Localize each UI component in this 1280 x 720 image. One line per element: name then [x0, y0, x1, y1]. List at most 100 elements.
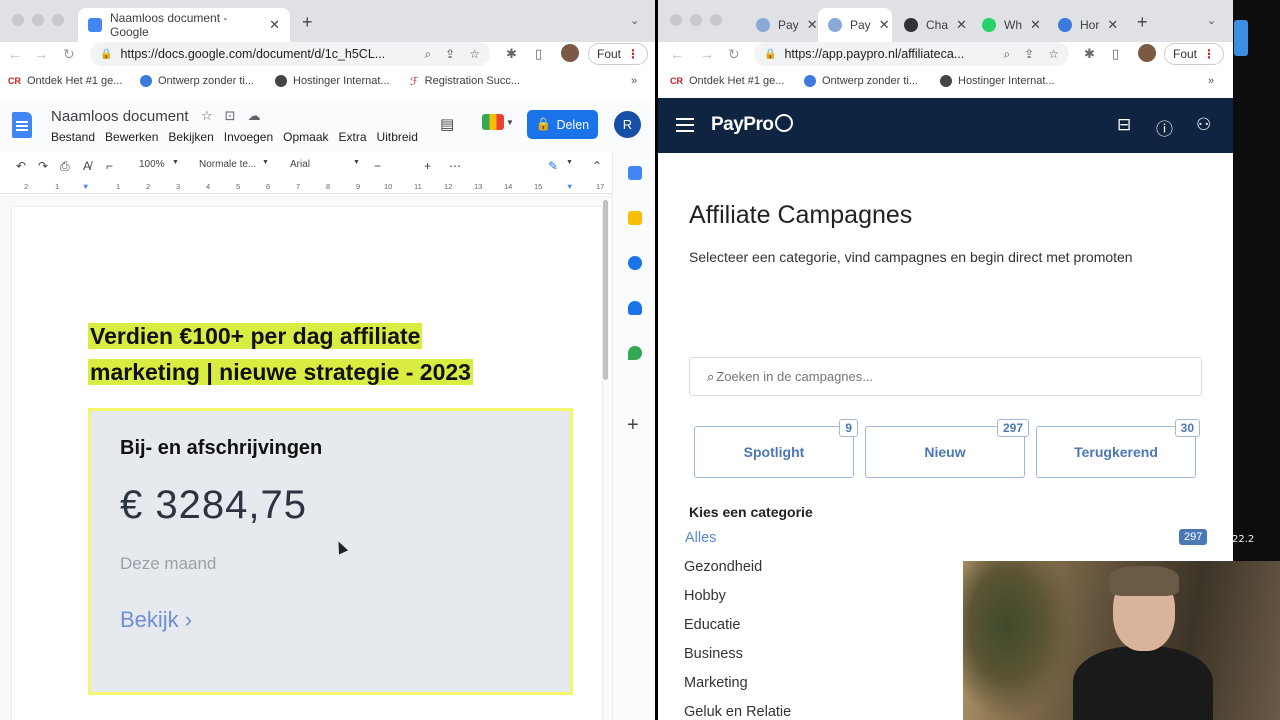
- category-gezondheid[interactable]: Gezondheid: [684, 559, 762, 575]
- tab-paypro-2[interactable]: Pay ✕: [818, 8, 892, 42]
- menu-extra[interactable]: Extra: [339, 130, 367, 144]
- close-tab-icon[interactable]: ✕: [1030, 17, 1041, 33]
- user-icon[interactable]: ⚇: [1196, 115, 1211, 135]
- right-indent-marker-icon[interactable]: ▼: [566, 182, 573, 191]
- category-business[interactable]: Business: [684, 646, 743, 662]
- address-bar[interactable]: 🔒 https://docs.google.com/document/d/1c_…: [90, 42, 490, 66]
- close-tab-icon[interactable]: ✕: [1107, 17, 1118, 33]
- font-size-decrease-icon[interactable]: −: [374, 159, 381, 173]
- reload-button[interactable]: ↻: [63, 46, 75, 63]
- vertical-scrollbar[interactable]: [603, 200, 608, 380]
- tab-whatsapp[interactable]: Wh ✕: [972, 8, 1044, 42]
- side-panel-icon[interactable]: ▯: [535, 46, 542, 62]
- paypro-logo[interactable]: PayPro: [711, 114, 794, 136]
- new-tab-button[interactable]: +: [302, 12, 313, 33]
- comment-history-icon[interactable]: ▤: [440, 115, 454, 133]
- more-bookmarks-icon[interactable]: »: [1208, 75, 1214, 87]
- maximize-window-button[interactable]: [52, 14, 64, 26]
- close-tab-icon[interactable]: ✕: [807, 17, 818, 33]
- close-tab-icon[interactable]: ✕: [956, 17, 967, 33]
- close-tab-icon[interactable]: ✕: [879, 17, 890, 33]
- more-bookmarks-icon[interactable]: »: [631, 75, 637, 87]
- docs-logo-icon[interactable]: [12, 112, 32, 138]
- editing-mode-icon[interactable]: ✎: [548, 159, 558, 173]
- tab-search-chevron-icon[interactable]: ⌄: [630, 14, 639, 27]
- category-educatie[interactable]: Educatie: [684, 617, 740, 633]
- add-on-plus-icon[interactable]: +: [627, 414, 639, 437]
- zoom-icon[interactable]: ⌕: [424, 47, 431, 62]
- spellcheck-icon[interactable]: A̸: [83, 159, 91, 173]
- category-hobby[interactable]: Hobby: [684, 588, 726, 604]
- side-panel-icon[interactable]: ▯: [1112, 46, 1119, 62]
- tab-google-docs[interactable]: Naamloos document - Google ✕: [78, 8, 290, 42]
- bookmark-item[interactable]: ℱ Registration Succ...: [410, 75, 520, 88]
- menu-opmaak[interactable]: Opmaak: [283, 130, 328, 144]
- filter-nieuw[interactable]: Nieuw 297: [865, 419, 1029, 478]
- more-tools-icon[interactable]: ⋯: [449, 159, 461, 173]
- bookmark-item[interactable]: Ontwerp zonder ti...: [140, 75, 254, 87]
- tasks-icon[interactable]: [628, 256, 642, 270]
- back-button[interactable]: ←: [8, 46, 22, 62]
- share-button[interactable]: 🔒 Delen: [527, 110, 598, 139]
- profile-avatar[interactable]: [1138, 44, 1156, 62]
- reload-button[interactable]: ↻: [728, 46, 740, 63]
- zoom-select[interactable]: 100%: [139, 159, 165, 170]
- font-size-increase-icon[interactable]: +: [424, 159, 431, 173]
- share-icon[interactable]: ⇪: [445, 47, 455, 62]
- collapse-menus-icon[interactable]: ⌃: [592, 159, 602, 173]
- hamburger-menu-icon[interactable]: [676, 118, 694, 132]
- close-tab-icon[interactable]: ✕: [269, 17, 280, 33]
- tab-chatgpt[interactable]: Cha ✕: [894, 8, 967, 42]
- undo-icon[interactable]: ↶: [16, 159, 26, 173]
- style-select[interactable]: Normale te...: [199, 159, 256, 170]
- redo-icon[interactable]: ↷: [38, 159, 48, 173]
- close-window-button[interactable]: [12, 14, 24, 26]
- bookmark-star-icon[interactable]: ☆: [469, 47, 480, 62]
- minimize-window-button[interactable]: [32, 14, 44, 26]
- inbox-icon[interactable]: ⊟: [1117, 115, 1131, 135]
- zoom-icon[interactable]: ⌕: [1003, 47, 1010, 62]
- indent-marker-icon[interactable]: ▼: [82, 182, 89, 191]
- category-alles[interactable]: Alles: [685, 530, 716, 546]
- profile-avatar[interactable]: [561, 44, 579, 62]
- forward-button[interactable]: →: [700, 46, 714, 62]
- move-folder-icon[interactable]: ⊡: [225, 108, 236, 124]
- bookmark-item[interactable]: CR Ontdek Het #1 ge...: [8, 75, 122, 87]
- bookmark-item[interactable]: Hostinger Internat...: [275, 75, 390, 87]
- bookmark-star-icon[interactable]: ☆: [1048, 47, 1059, 62]
- help-icon[interactable]: ⓘ: [1156, 115, 1173, 140]
- search-input[interactable]: [716, 369, 1117, 384]
- bookmark-item[interactable]: CR Ontdek Het #1 ge...: [670, 75, 784, 87]
- menu-bekijken[interactable]: Bekijken: [168, 130, 213, 144]
- extensions-icon[interactable]: ✱: [506, 46, 517, 62]
- bookmark-item[interactable]: Ontwerp zonder ti...: [804, 75, 918, 87]
- more-menu-icon[interactable]: ⋮: [1203, 47, 1215, 61]
- profile-error-chip[interactable]: Fout ⋮: [588, 43, 649, 65]
- contacts-icon[interactable]: [628, 301, 642, 315]
- tab-hostinger[interactable]: Hor ✕: [1048, 8, 1120, 42]
- bookmark-item[interactable]: Hostinger Internat...: [940, 75, 1055, 87]
- more-menu-icon[interactable]: ⋮: [627, 47, 639, 61]
- menu-bewerken[interactable]: Bewerken: [105, 130, 158, 144]
- meet-chevron-icon[interactable]: ▼: [506, 118, 514, 127]
- category-geluk-en-relatie[interactable]: Geluk en Relatie: [684, 704, 791, 720]
- tab-search-chevron-icon[interactable]: ⌄: [1207, 14, 1216, 27]
- extensions-icon[interactable]: ✱: [1084, 46, 1095, 62]
- profile-error-chip[interactable]: Fout ⋮: [1164, 43, 1225, 65]
- menu-invoegen[interactable]: Invoegen: [224, 130, 273, 144]
- filter-spotlight[interactable]: Spotlight 9: [694, 419, 858, 478]
- address-bar[interactable]: 🔒 https://app.paypro.nl/affiliateca... ⌕…: [754, 42, 1069, 66]
- share-icon[interactable]: ⇪: [1024, 47, 1034, 62]
- category-marketing[interactable]: Marketing: [684, 675, 748, 691]
- forward-button[interactable]: →: [34, 46, 48, 62]
- back-button[interactable]: ←: [670, 46, 684, 62]
- account-avatar[interactable]: R: [614, 111, 641, 138]
- menu-bestand[interactable]: Bestand: [51, 130, 95, 144]
- calendar-icon[interactable]: [628, 166, 642, 180]
- document-heading[interactable]: Verdien €100+ per dag affiliate marketin…: [88, 318, 558, 390]
- tab-paypro-1[interactable]: Pay ✕: [746, 8, 818, 42]
- meet-icon[interactable]: [482, 114, 504, 130]
- paint-format-icon[interactable]: ⌐: [106, 159, 113, 173]
- font-select[interactable]: Arial: [290, 159, 310, 170]
- star-icon[interactable]: ☆: [201, 108, 213, 124]
